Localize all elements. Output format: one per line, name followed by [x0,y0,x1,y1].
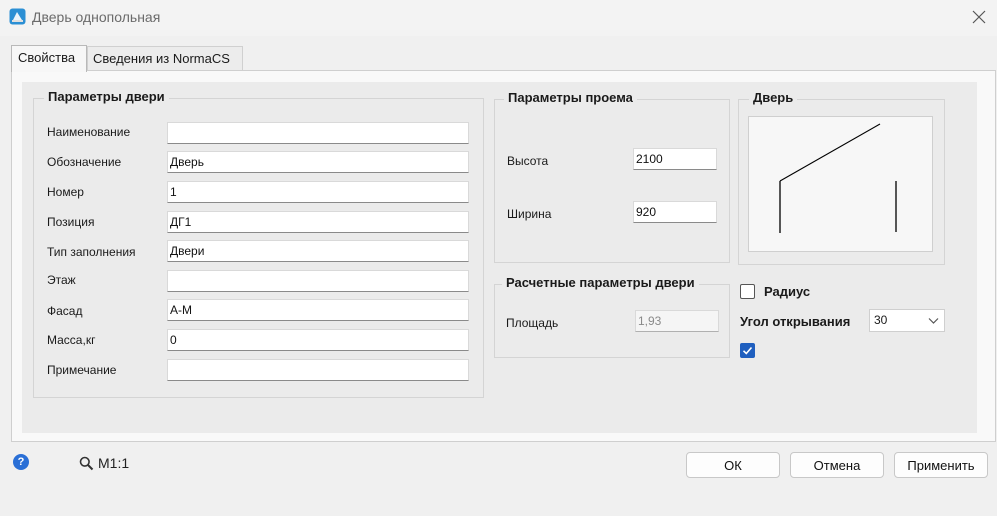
cancel-button[interactable]: Отмена [790,452,884,478]
close-button[interactable] [964,3,994,31]
door-swing-drawing [779,123,897,233]
name-label: Наименование [47,125,131,139]
tab-normacs[interactable]: Сведения из NormaCS [87,46,243,71]
mass-label: Масса,кг [47,333,96,347]
tab-properties[interactable]: Свойства [11,45,87,72]
width-label: Ширина [507,207,552,221]
opening-angle-label: Угол открывания [740,314,851,329]
fill-type-field[interactable] [167,240,469,262]
area-field [635,310,719,332]
position-label: Позиция [47,215,95,229]
name-field[interactable] [167,122,469,144]
calc-params-title: Расчетные параметры двери [502,275,699,290]
close-icon[interactable] [972,10,986,24]
floor-label: Этаж [47,273,76,287]
apply-button[interactable]: Применить [894,452,988,478]
option-checkbox[interactable] [740,343,755,358]
title-bar: Дверь однопольная [0,0,997,36]
radius-label: Радиус [764,284,811,299]
position-field[interactable] [167,211,469,233]
opening-params-title: Параметры проема [504,90,637,105]
window-title: Дверь однопольная [32,9,161,25]
height-field[interactable] [633,148,717,170]
number-field[interactable] [167,181,469,203]
height-label: Высота [507,154,549,168]
ok-button[interactable]: ОК [686,452,780,478]
scale-label: M1:1 [98,455,130,471]
opening-angle-select[interactable]: 30 [869,309,945,332]
checkmark-icon [742,346,753,355]
opening-angle-value: 30 [874,313,888,327]
fill-type-label: Тип заполнения [47,245,136,259]
help-icon[interactable]: ? [13,454,29,470]
width-field[interactable] [633,201,717,223]
door-params-title: Параметры двери [44,89,169,104]
note-label: Примечание [47,363,117,377]
mass-field[interactable] [167,329,469,351]
scale-control[interactable]: M1:1 [79,455,129,471]
radius-checkbox[interactable] [740,284,755,299]
area-label: Площадь [506,316,559,330]
door-preview-canvas [748,116,933,252]
app-icon [9,8,26,25]
facade-field[interactable] [167,299,469,321]
floor-field[interactable] [167,270,469,292]
note-field[interactable] [167,359,469,381]
magnifier-icon [79,456,94,470]
chevron-down-icon [928,318,939,324]
number-label: Номер [47,185,84,199]
designation-field[interactable] [167,151,469,173]
door-preview-title: Дверь [749,90,798,105]
facade-label: Фасад [47,304,83,318]
designation-label: Обозначение [47,155,122,169]
opening-params-group: Параметры проема [494,90,730,263]
